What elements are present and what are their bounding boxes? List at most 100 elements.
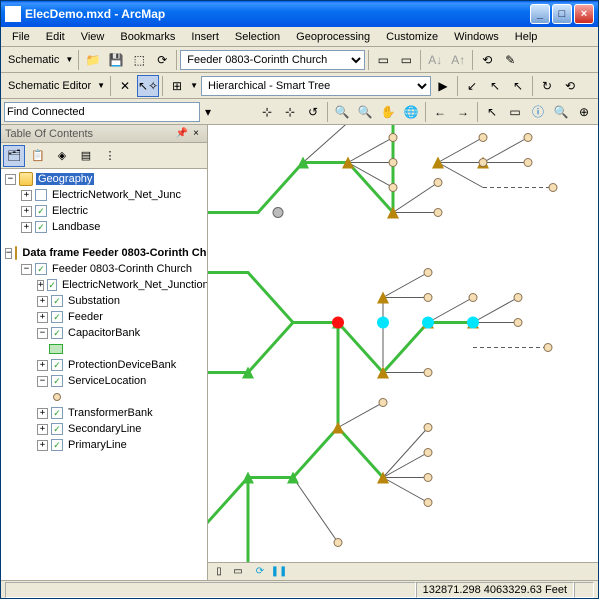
active-diagram-dropdown[interactable]: Feeder 0803-Corinth Church	[180, 50, 365, 70]
refresh-icon[interactable]: ⟲	[476, 49, 498, 71]
full-extent-icon[interactable]: 🌐	[400, 101, 422, 123]
expand-icon[interactable]: +	[37, 408, 48, 419]
menu-selection[interactable]: Selection	[228, 29, 287, 45]
goto-xy-icon[interactable]: ⊕	[573, 101, 595, 123]
prev-extent-icon[interactable]: ←	[429, 101, 451, 123]
propagate-icon[interactable]: ▭	[372, 49, 394, 71]
move-tool-icon[interactable]: ↖✧	[137, 75, 159, 97]
checkbox[interactable]: ✓	[51, 423, 63, 435]
select-end-icon[interactable]: ↖	[484, 75, 506, 97]
menu-edit[interactable]: Edit	[39, 29, 72, 45]
checkbox[interactable]: ✓	[35, 205, 47, 217]
layout-algorithm-dropdown[interactable]: Hierarchical - Smart Tree	[201, 76, 431, 96]
expand-icon[interactable]: +	[37, 280, 44, 291]
expand-icon[interactable]: +	[37, 312, 48, 323]
expand-icon[interactable]: +	[21, 222, 32, 233]
collapse-icon[interactable]: −	[5, 174, 16, 185]
menu-windows[interactable]: Windows	[447, 29, 506, 45]
identify-icon[interactable]: ⓘ	[527, 101, 549, 123]
save-edits-icon[interactable]: 💾	[105, 49, 127, 71]
expand-icon[interactable]: +	[21, 206, 32, 217]
checkbox[interactable]: ✓	[51, 359, 63, 371]
map-view[interactable]: ▯ ▭ ⟳ ❚❚	[208, 125, 598, 580]
checkbox[interactable]: ✓	[51, 295, 63, 307]
pin-icon[interactable]: 📌	[175, 127, 189, 141]
checkbox[interactable]	[35, 189, 47, 201]
checkbox[interactable]: ✓	[51, 439, 63, 451]
expand-icon[interactable]: +	[37, 360, 48, 371]
layout-view-icon[interactable]: ▭	[230, 564, 246, 580]
generate-diagram-icon[interactable]: ⬚	[128, 49, 150, 71]
increase-symbol-icon[interactable]: A↑	[447, 49, 469, 71]
update-diagram-icon[interactable]: ⟳	[151, 49, 173, 71]
checkbox[interactable]: ✓	[51, 327, 63, 339]
menubar: File Edit View Bookmarks Insert Selectio…	[1, 27, 598, 47]
zoom-in-icon[interactable]: 🔍	[331, 101, 353, 123]
checkbox[interactable]: ✓	[35, 221, 47, 233]
edit-tool-icon[interactable]: ✕	[114, 75, 136, 97]
expand-icon[interactable]: +	[21, 190, 32, 201]
checkbox[interactable]: ✓	[51, 375, 63, 387]
df-feeder[interactable]: Data frame Feeder 0803-Corinth Church	[20, 247, 207, 259]
checkbox[interactable]: ✓	[35, 263, 47, 275]
chevron-down-icon: ▼	[188, 81, 200, 90]
close-toc-icon[interactable]: ×	[189, 127, 203, 141]
find-icon[interactable]: 🔍	[550, 101, 572, 123]
collapse-icon[interactable]: −	[37, 376, 48, 387]
service-symbol	[53, 393, 61, 401]
layout-dropdown-btn[interactable]: ⊞▼	[166, 75, 200, 97]
flag-icon[interactable]: ⊹	[279, 101, 301, 123]
checkbox[interactable]: ✓	[47, 279, 57, 291]
list-by-visibility-icon[interactable]: ◈	[51, 145, 73, 167]
apply-layout-icon[interactable]: ▶	[432, 75, 454, 97]
refresh-map-icon[interactable]: ⟳	[252, 564, 268, 580]
menu-help[interactable]: Help	[508, 29, 545, 45]
menu-view[interactable]: View	[74, 29, 112, 45]
expand-icon[interactable]: +	[37, 424, 48, 435]
collapse-icon[interactable]: −	[21, 264, 32, 275]
collapse-icon[interactable]: −	[5, 248, 12, 259]
schematic-menu[interactable]: Schematic▼	[4, 54, 75, 66]
menu-geoprocessing[interactable]: Geoprocessing	[289, 29, 377, 45]
clear-sel-icon[interactable]: ▭	[504, 101, 526, 123]
schematic-editor-menu[interactable]: Schematic Editor▼	[4, 80, 107, 92]
list-by-drawing-icon[interactable]: 🗂	[3, 145, 25, 167]
undo-icon[interactable]: ⟲	[559, 75, 581, 97]
expand-icon[interactable]: +	[37, 440, 48, 451]
zoom-out-icon[interactable]: 🔍	[354, 101, 376, 123]
pan-icon[interactable]: ✋	[377, 101, 399, 123]
dropdown-icon[interactable]: ▾	[201, 101, 215, 123]
next-extent-icon[interactable]: →	[452, 101, 474, 123]
copy-layout-icon[interactable]: ▭	[395, 49, 417, 71]
schematic-tool-icon[interactable]: ✎	[499, 49, 521, 71]
maximize-button[interactable]: □	[552, 4, 572, 24]
open-diagram-icon[interactable]: 📁	[82, 49, 104, 71]
toc-tree[interactable]: −Geography +ElectricNetwork_Net_Junc +✓E…	[1, 169, 207, 580]
data-view-icon[interactable]: ▯	[211, 564, 227, 580]
expand-icon[interactable]: +	[37, 296, 48, 307]
close-button[interactable]: ×	[574, 4, 594, 24]
decrease-symbol-icon[interactable]: A↓	[424, 49, 446, 71]
select-features-icon[interactable]: ↖	[481, 101, 503, 123]
clear-selection-icon[interactable]: ↖	[507, 75, 529, 97]
df-geography[interactable]: Geography	[36, 173, 94, 185]
align-nodes-icon[interactable]: ↙	[461, 75, 483, 97]
menu-bookmarks[interactable]: Bookmarks	[113, 29, 182, 45]
status-units-icon[interactable]	[574, 582, 594, 598]
checkbox[interactable]: ✓	[51, 311, 63, 323]
trace-icon[interactable]: ⊹	[256, 101, 278, 123]
menu-customize[interactable]: Customize	[379, 29, 445, 45]
list-by-source-icon[interactable]: 📋	[27, 145, 49, 167]
schematic-editor-toolbar: Schematic Editor▼ ✕ ↖✧ ⊞▼ Hierarchical -…	[1, 73, 598, 99]
find-connected-input[interactable]	[4, 102, 200, 122]
clear-flags-icon[interactable]: ↺	[302, 101, 324, 123]
collapse-icon[interactable]: −	[37, 328, 48, 339]
rotate-tree-icon[interactable]: ↻	[536, 75, 558, 97]
checkbox[interactable]: ✓	[51, 407, 63, 419]
pause-draw-icon[interactable]: ❚❚	[271, 564, 287, 580]
menu-file[interactable]: File	[5, 29, 37, 45]
list-by-selection-icon[interactable]: ▤	[75, 145, 97, 167]
options-icon[interactable]: ⋮	[99, 145, 121, 167]
minimize-button[interactable]: _	[530, 4, 550, 24]
menu-insert[interactable]: Insert	[184, 29, 226, 45]
